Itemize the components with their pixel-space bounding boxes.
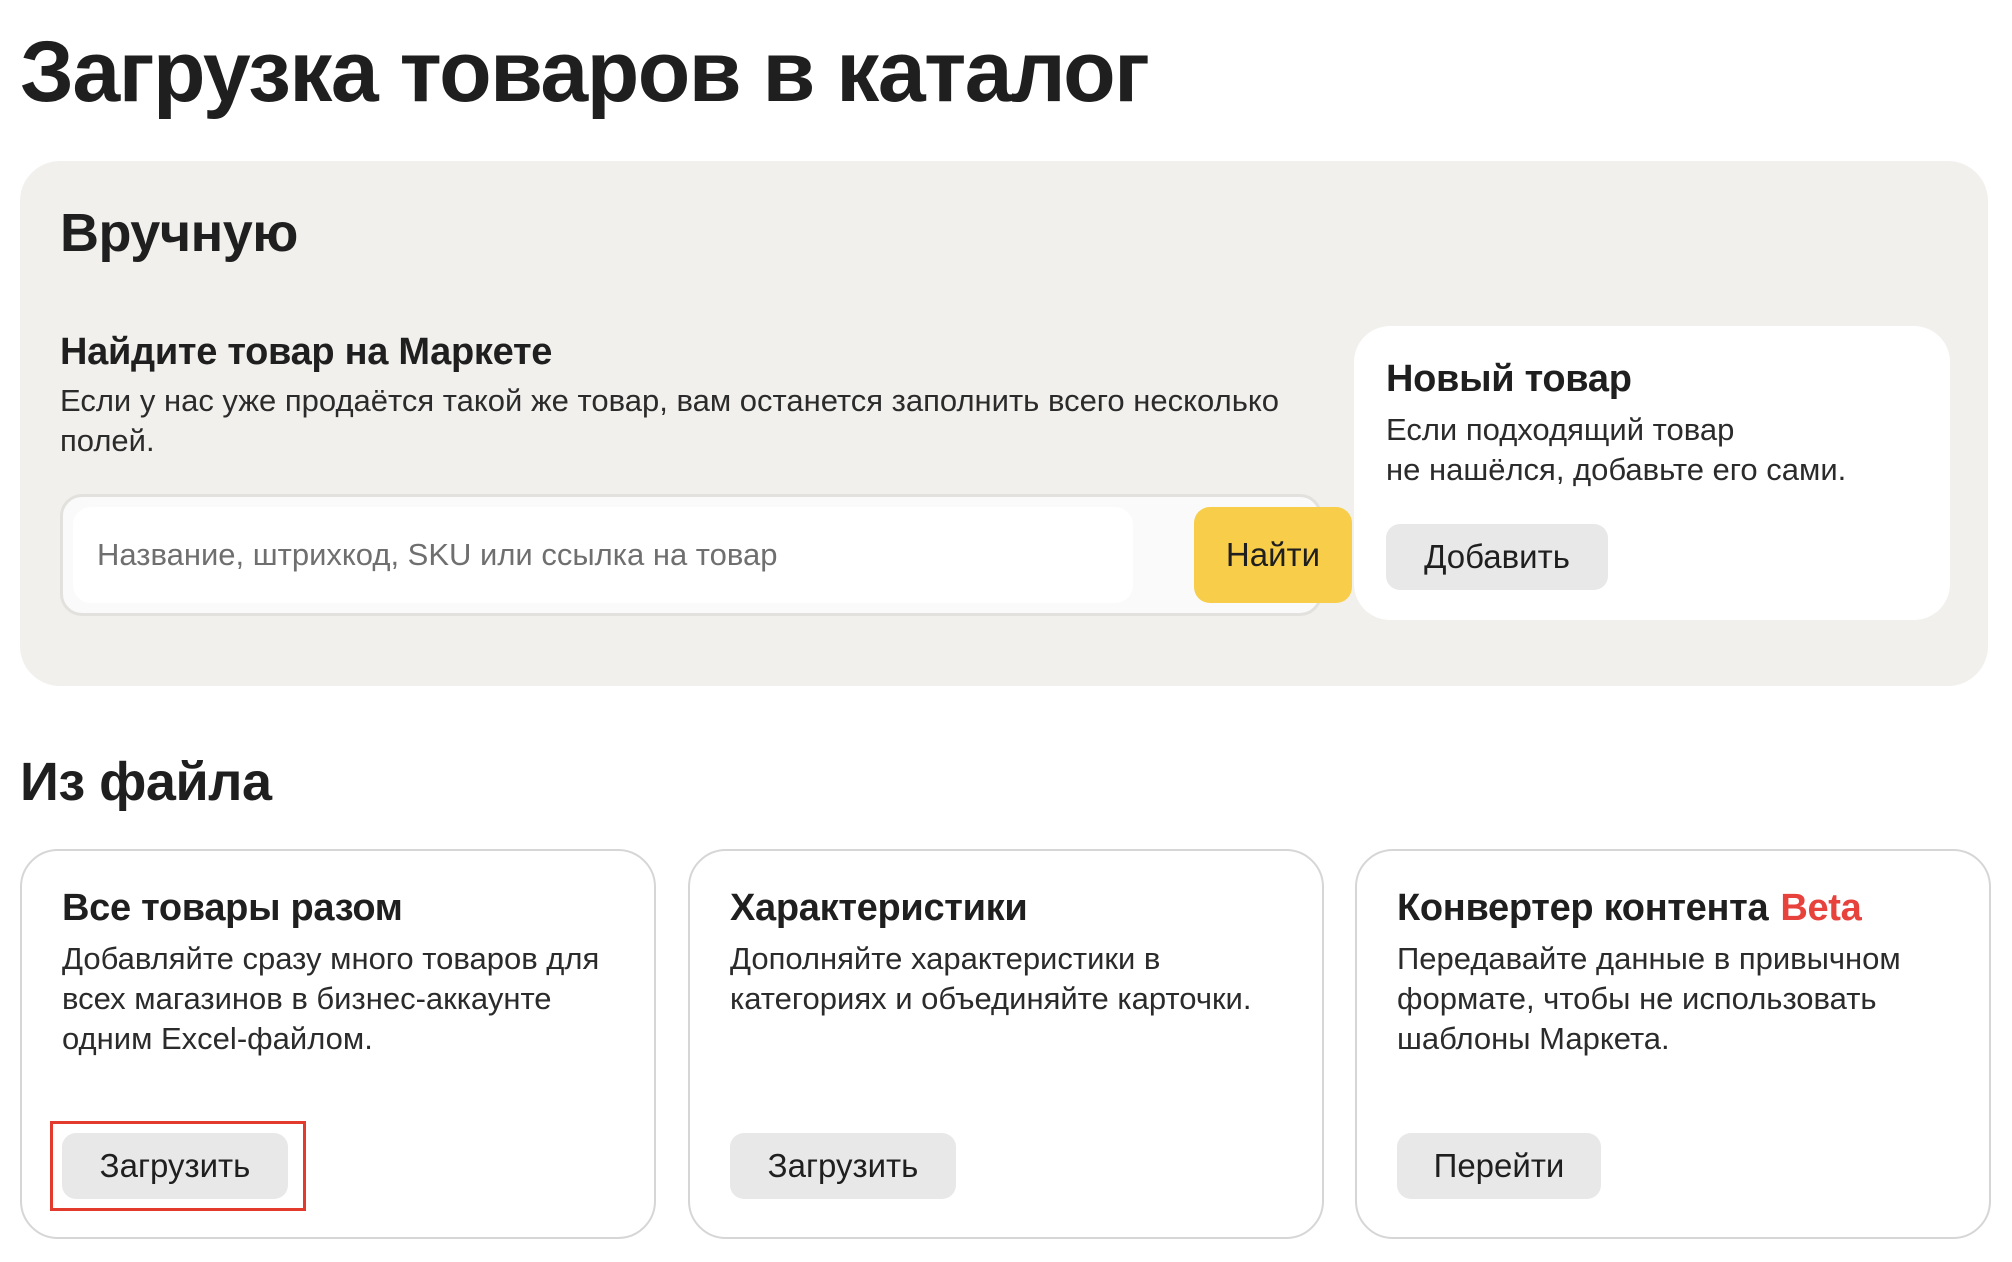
new-product-title: Новый товар bbox=[1386, 358, 1632, 400]
content-converter-card: Конвертер контента Beta Передавайте данны… bbox=[1355, 849, 1991, 1239]
find-product-block: Найдите товар на Маркете Если у нас уже … bbox=[60, 329, 1350, 461]
new-product-card: Новый товар Если подходящий товар не наш… bbox=[1354, 326, 1950, 620]
new-product-description-line: не нашёлся, добавьте его сами. bbox=[1386, 452, 1847, 487]
new-product-description: Если подходящий товар не нашёлся, добавь… bbox=[1386, 410, 1906, 490]
card-description: Дополняйте характеристики в категориях и… bbox=[730, 941, 1252, 1016]
add-product-button[interactable]: Добавить bbox=[1386, 524, 1608, 590]
bulk-upload-button[interactable]: Загрузить bbox=[62, 1133, 288, 1199]
find-button[interactable]: Найти bbox=[1194, 507, 1352, 603]
attributes-upload-button[interactable]: Загрузить bbox=[730, 1133, 956, 1199]
card-title-text: Конвертер контента bbox=[1397, 887, 1769, 929]
card-title: Все товары разом bbox=[62, 887, 403, 929]
manual-section-title: Вручную bbox=[60, 203, 298, 263]
manual-section: Вручную Найдите товар на Маркете Если у … bbox=[20, 161, 1988, 686]
beta-badge: Beta bbox=[1780, 887, 1862, 929]
from-file-section-title: Из файла bbox=[20, 752, 272, 812]
search-bar: Найти bbox=[60, 494, 1352, 616]
card-title: Конвертер контента Beta bbox=[1397, 885, 1862, 931]
card-title: Характеристики bbox=[730, 887, 1028, 929]
page: Загрузка товаров в каталог Вручную Найди… bbox=[0, 0, 2012, 1262]
find-product-title: Найдите товар на Маркете bbox=[60, 331, 553, 373]
attributes-card: Характеристики Дополняйте характеристики… bbox=[688, 849, 1324, 1239]
bulk-upload-card: Все товары разом Добавляйте сразу много … bbox=[20, 849, 656, 1239]
search-input[interactable] bbox=[73, 507, 1133, 603]
converter-go-button[interactable]: Перейти bbox=[1397, 1133, 1601, 1199]
card-description: Добавляйте сразу много товаров для всех … bbox=[62, 941, 600, 1056]
card-description: Передавайте данные в привычном формате, … bbox=[1397, 941, 1901, 1056]
new-product-description-line: Если подходящий товар bbox=[1386, 412, 1735, 447]
find-product-description: Если у нас уже продаётся такой же товар,… bbox=[60, 383, 1280, 458]
page-title: Загрузка товаров в каталог bbox=[20, 24, 1150, 120]
